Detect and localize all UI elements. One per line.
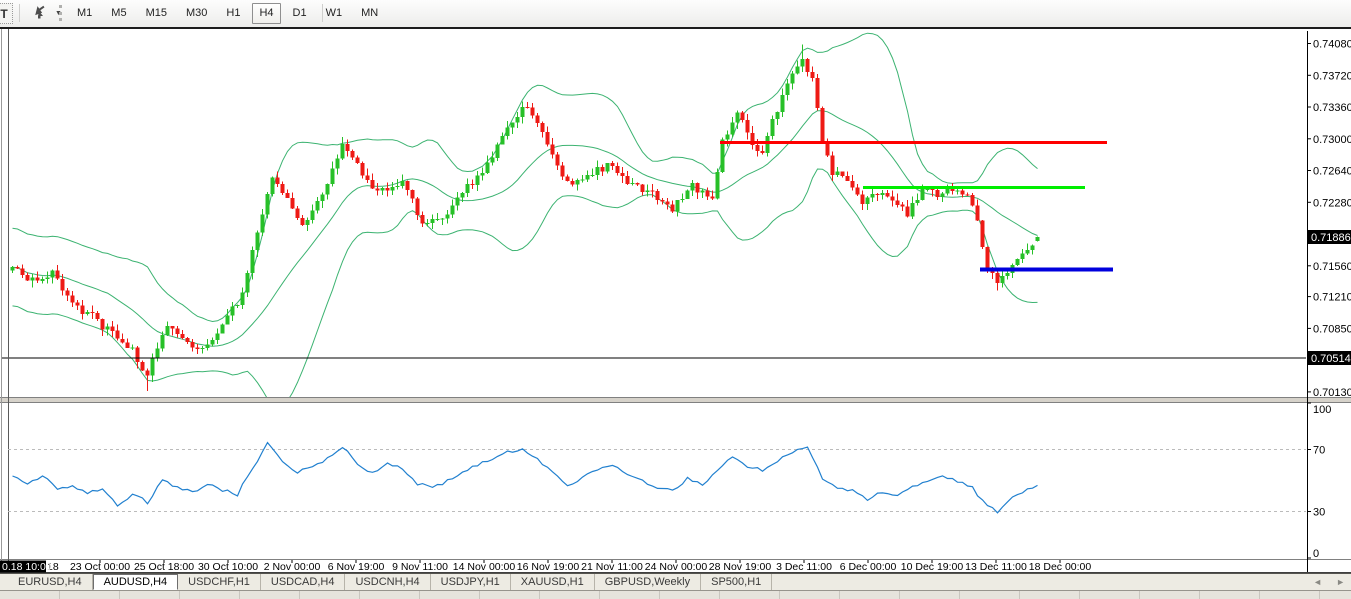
time-axis-label: 18 Dec 00:00	[1029, 561, 1092, 573]
time-axis-label: 6 Nov 19:00	[328, 561, 385, 573]
time-axis-label: 24 Nov 00:00	[645, 561, 708, 573]
chart-tab-usdcad-h4[interactable]: USDCAD,H4	[261, 574, 346, 590]
chart-tab-usdcnh-h4[interactable]: USDCNH,H4	[345, 574, 431, 590]
timeframe-button-w1[interactable]: W1	[319, 3, 350, 24]
chart-tab-gbpusd-weekly[interactable]: GBPUSD,Weekly	[595, 574, 702, 590]
taskbar-edge-strip	[0, 590, 1351, 599]
time-axis-label: 21 Nov 11:00	[581, 561, 643, 573]
price-axis-label: 0.73000	[1313, 134, 1351, 146]
timeframe-button-d1[interactable]: D1	[286, 3, 314, 24]
time-axis-label: 13 Dec 11:00	[965, 561, 1027, 573]
chart-tab-usdjpy-h1[interactable]: USDJPY,H1	[431, 574, 511, 590]
chart-tab-bar: EURUSD,H4 AUDUSD,H4 USDCHF,H1 USDCAD,H4 USDC…	[0, 573, 1351, 590]
toolbar-separator	[19, 4, 20, 22]
tab-scroll-left-icon[interactable]: ◄	[1313, 577, 1322, 587]
chart-tab-sp500-h1[interactable]: SP500,H1	[701, 574, 773, 590]
tab-scroll-right-icon[interactable]: ►	[1336, 577, 1345, 587]
timeframe-button-m1[interactable]: M1	[70, 3, 99, 24]
price-axis-label: 0.70850	[1313, 323, 1351, 335]
chart-canvas[interactable]: 0.74080 0.73720 0.73360 0.73000 0.72640 0.722…	[0, 29, 1351, 573]
rsi-axis-label: 0	[1313, 548, 1319, 560]
time-axis-label: 9 Nov 11:00	[392, 561, 448, 573]
time-axis-label: 16 Nov 19:00	[517, 561, 580, 573]
time-axis-label: 30 Oct 10:00	[198, 561, 258, 573]
timeframe-button-h4[interactable]: H4	[252, 3, 281, 24]
chart-background	[0, 29, 1351, 573]
time-axis-label: 28 Nov 19:00	[709, 561, 772, 573]
mt4-window: T ▼ M1M5M15M30H1H4D1W1MN ▲ AUDUSD,H4 0.7…	[0, 0, 1351, 599]
price-axis-label: 0.71560	[1313, 261, 1351, 273]
time-axis-label: 3 Dec 11:00	[776, 561, 832, 573]
timeframe-button-m15[interactable]: M15	[139, 3, 174, 24]
price-axis-label: 0.72280	[1313, 197, 1351, 209]
time-axis: 23 Oct 00:00 25 Oct 18:00 30 Oct 10:00 2 No…	[0, 560, 1091, 573]
price-tag-text: 0.70514	[1311, 353, 1351, 365]
rsi-axis-label: 100	[1313, 404, 1331, 416]
timeframe-buttons: M1 M5 M15 M30 H1 H4 D1 W1 MN	[70, 3, 390, 24]
timeframe-button-m30[interactable]: M30	[179, 3, 214, 24]
time-axis-label: 2 Nov 00:00	[264, 561, 321, 573]
toolbar-separator	[322, 4, 323, 22]
price-axis-label: 0.73720	[1313, 70, 1351, 82]
rsi-axis-label: 30	[1313, 507, 1325, 519]
time-axis-label: 6 Dec 00:00	[840, 561, 897, 573]
time-axis-label: 10 Dec 19:00	[901, 561, 964, 573]
timeframe-button-h1[interactable]: H1	[219, 3, 247, 24]
price-axis-label: 0.71210	[1313, 292, 1351, 304]
arrows-tool-button[interactable]	[27, 3, 51, 23]
timeframes-toolbar: T ▼ M1 M5 M15 M30 H1 H4 D1 W1 MN	[0, 0, 1351, 28]
timeframe-button-mn[interactable]: MN	[354, 3, 385, 24]
chart-tab-eurusd-h4[interactable]: EURUSD,H4	[8, 574, 93, 590]
time-axis-label: 23 Oct 00:00	[70, 561, 130, 573]
chart-tab-usdchf-h1[interactable]: USDCHF,H1	[178, 574, 261, 590]
arrows-icon	[30, 3, 48, 24]
rsi-axis-label: 70	[1313, 445, 1325, 457]
chart-tab-audusd-h4[interactable]: AUDUSD,H4	[92, 574, 179, 590]
chart-tab-xauusd-h1[interactable]: XAUUSD,H1	[511, 574, 595, 590]
toolbar-grip[interactable]	[59, 5, 65, 21]
time-axis-label: 25 Oct 18:00	[134, 561, 194, 573]
price-axis-label: 0.70130	[1313, 387, 1351, 399]
pane-splitter[interactable]	[0, 398, 1351, 402]
tab-scroll-arrows: ◄ ►	[1313, 573, 1345, 590]
text-tool-button[interactable]: T	[0, 3, 13, 24]
price-axis-label: 0.74080	[1313, 39, 1351, 51]
price-axis-label: 0.73360	[1313, 102, 1351, 114]
timeframe-button-m5[interactable]: M5	[104, 3, 133, 24]
price-axis-label: 0.72640	[1313, 166, 1351, 178]
time-tag-text: 0.18 10:00	[2, 561, 52, 573]
price-tag-text: 0.71886	[1311, 232, 1351, 244]
time-axis-label: 14 Nov 00:00	[453, 561, 516, 573]
